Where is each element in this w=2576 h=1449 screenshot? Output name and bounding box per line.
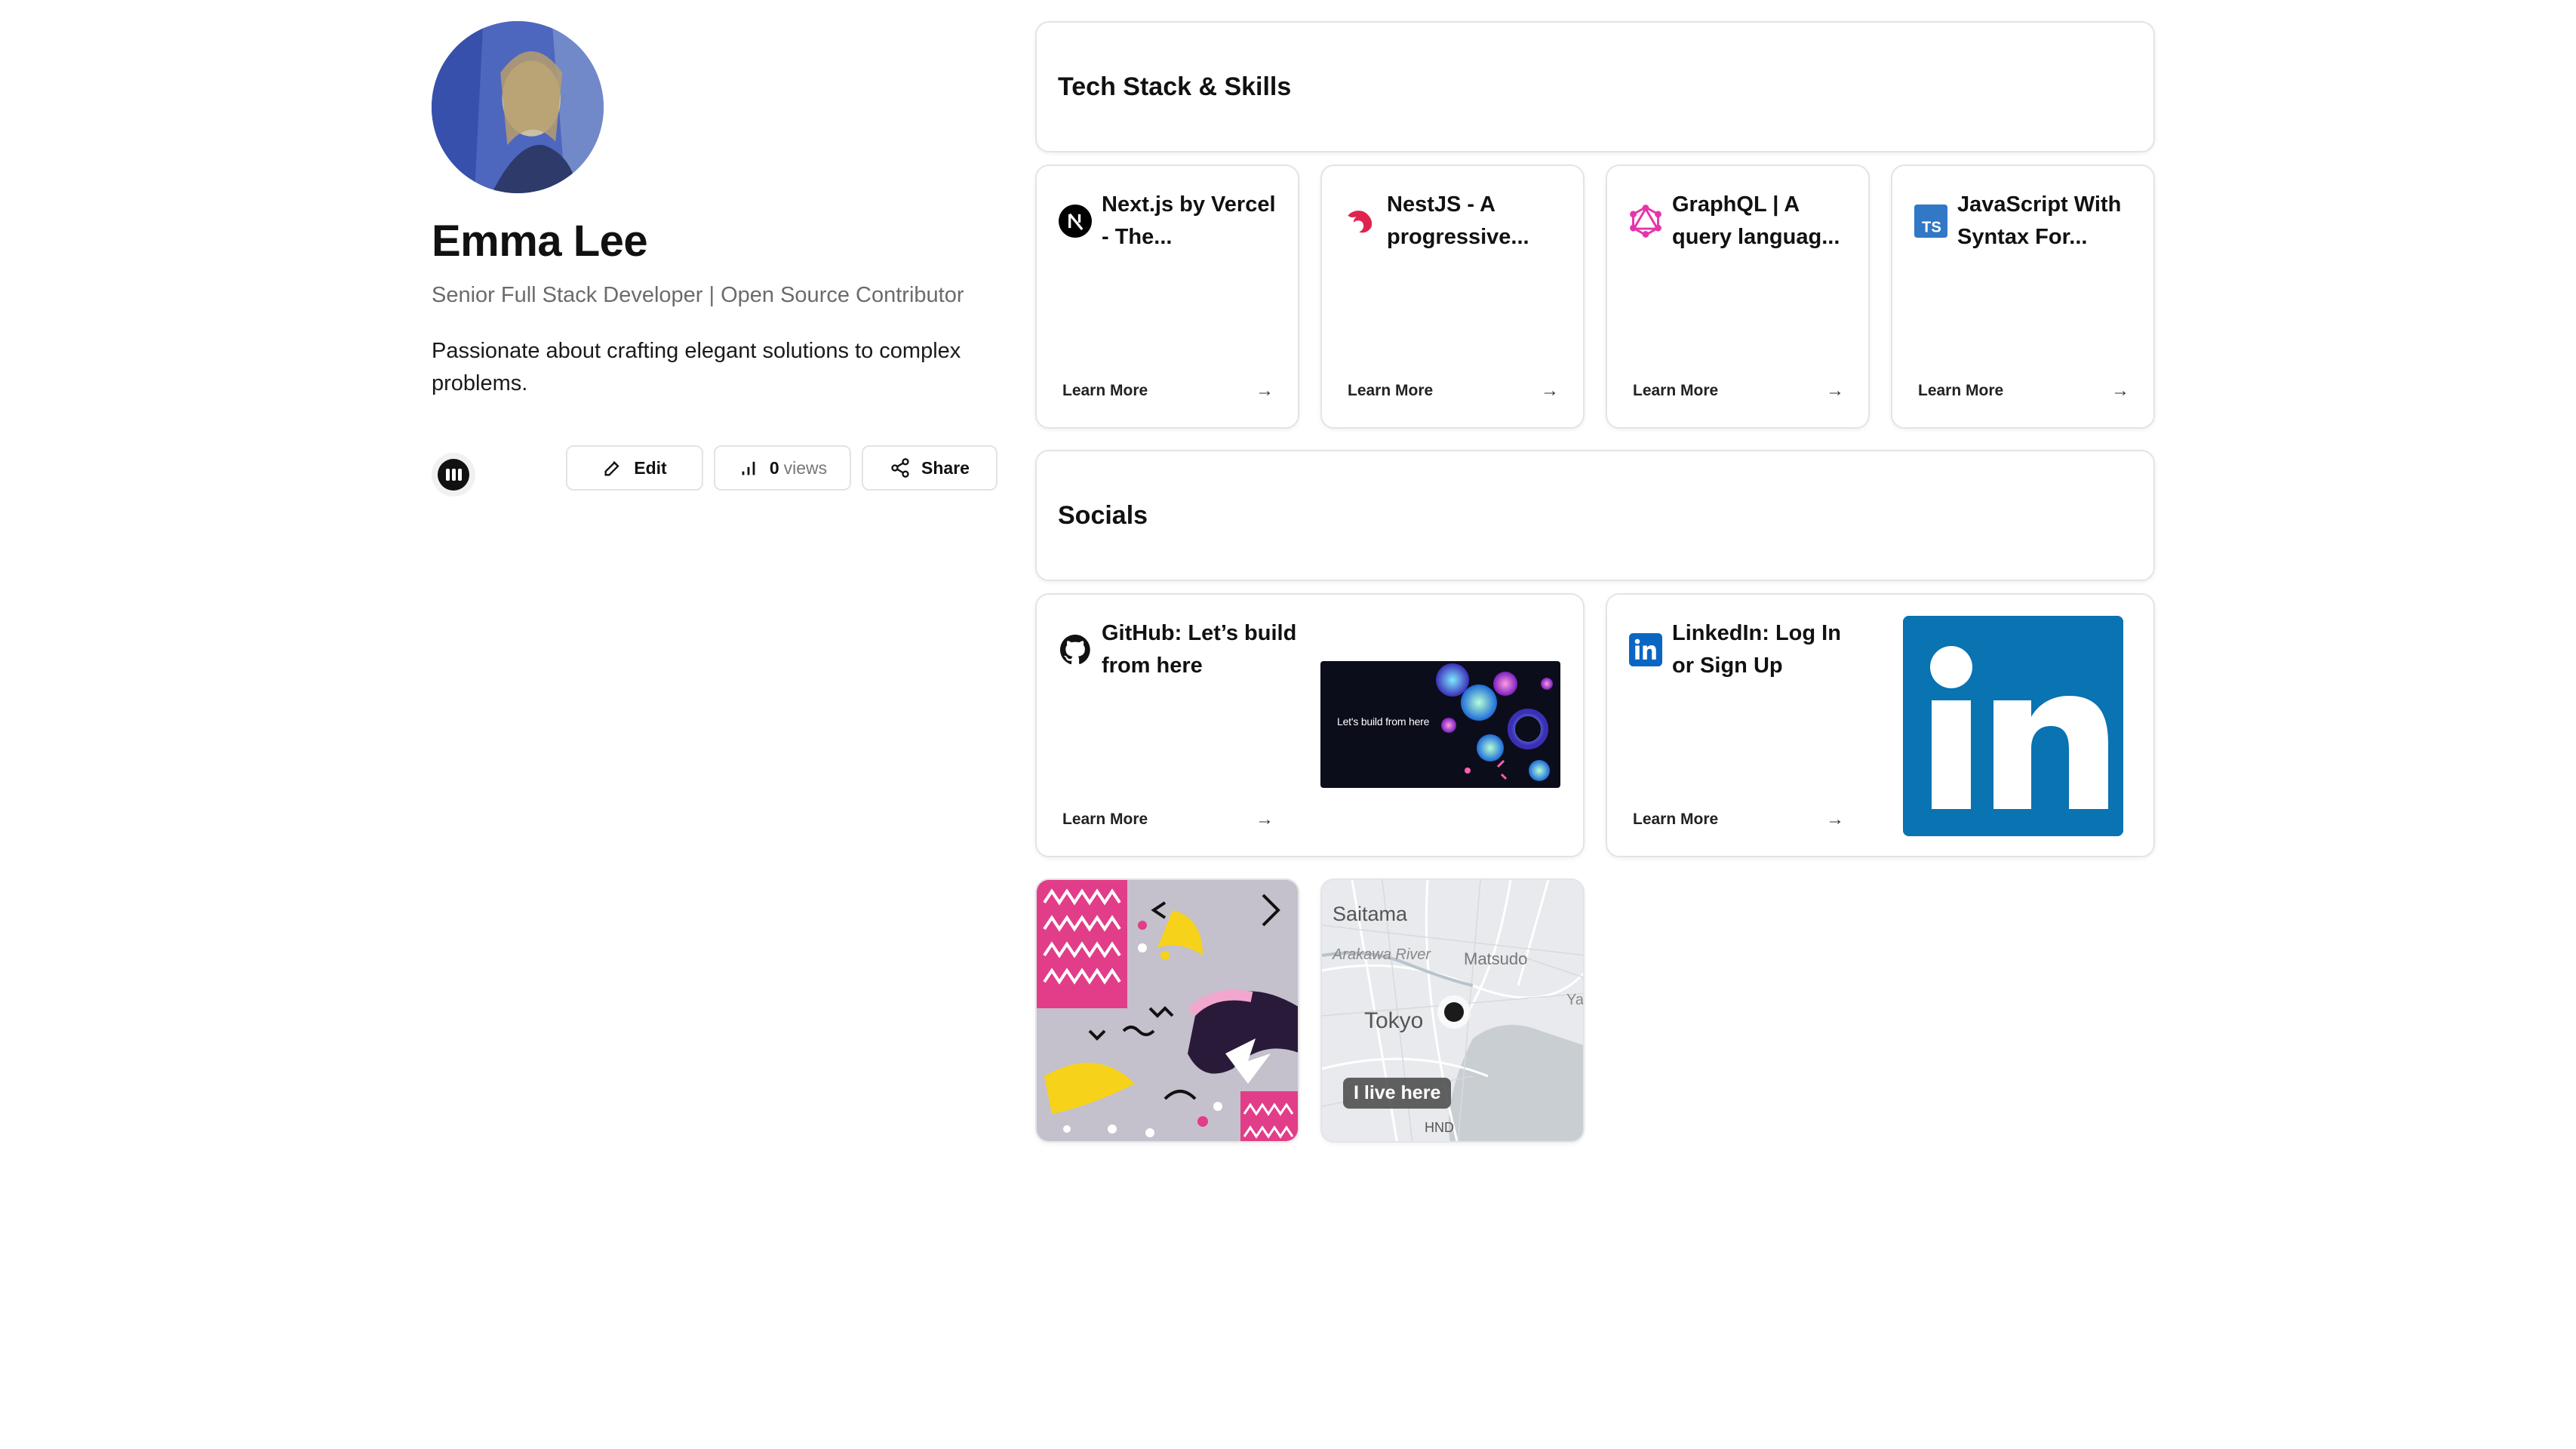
linkedin-icon xyxy=(1628,632,1663,667)
share-button[interactable]: Share xyxy=(862,445,998,491)
nextjs-icon xyxy=(1058,204,1093,238)
edit-icon xyxy=(604,461,619,476)
bar-chart-icon xyxy=(742,461,755,475)
arrow-right-icon: → xyxy=(1541,380,1559,401)
profile-subtitle: Senior Full Stack Developer | Open Sourc… xyxy=(432,283,964,307)
map-label-ya: Ya xyxy=(1566,992,1584,1008)
map-tile[interactable]: Saitama Arakawa River Matsudo Tokyo Ya H… xyxy=(1320,878,1585,1143)
tech-tile-graphql[interactable]: GraphQL | A query languag... Learn More … xyxy=(1606,165,1870,429)
share-label: Share xyxy=(921,457,970,478)
svg-text:TS: TS xyxy=(1922,220,1941,236)
github-icon xyxy=(1058,632,1093,667)
profile-panel: Emma Lee Senior Full Stack Developer | O… xyxy=(432,21,998,400)
tech-tile-typescript[interactable]: TS JavaScript With Syntax For... Learn M… xyxy=(1891,165,2155,429)
edit-label: Edit xyxy=(634,457,667,478)
profile-name: Emma Lee xyxy=(432,217,648,266)
section-tech: Tech Stack & Skills xyxy=(1035,21,2155,152)
tile-title: GitHub: Let’s build from here xyxy=(1102,621,1297,678)
views-count: 0 xyxy=(769,457,779,478)
arrow-right-icon: → xyxy=(1826,809,1844,829)
map-label-saitama: Saitama xyxy=(1333,903,1408,925)
tech-tile-nestjs[interactable]: NestJS - A progressive... Learn More → xyxy=(1320,165,1585,429)
map-label-river: Arakawa River xyxy=(1333,946,1431,963)
action-row: Edit 0 views Share xyxy=(432,445,998,497)
arrow-right-icon: → xyxy=(2111,380,2129,401)
medium-icon[interactable] xyxy=(432,453,475,497)
learn-more-link[interactable]: Learn More xyxy=(1062,382,1148,400)
tile-title: LinkedIn: Log In or Sign Up xyxy=(1672,621,1841,678)
map-label-hnd: HND xyxy=(1425,1120,1454,1135)
graphql-icon xyxy=(1628,204,1663,238)
tile-title: Next.js by Vercel - The... xyxy=(1102,192,1276,249)
learn-more-link[interactable]: Learn More xyxy=(1633,811,1718,829)
arrow-right-icon: → xyxy=(1826,380,1844,401)
avatar-image xyxy=(432,21,604,193)
tile-title: GraphQL | A query languag... xyxy=(1672,192,1840,249)
pattern-image-tile[interactable] xyxy=(1035,878,1299,1143)
arrow-right-icon: → xyxy=(1256,380,1274,401)
learn-more-link[interactable]: Learn More xyxy=(1918,382,2003,400)
tile-title: JavaScript With Syntax For... xyxy=(1957,192,2122,249)
social-tile-linkedin[interactable]: LinkedIn: Log In or Sign Up Learn More → xyxy=(1606,593,2155,857)
arrow-right-icon: → xyxy=(1256,809,1274,829)
nestjs-icon xyxy=(1343,204,1378,238)
tile-title: NestJS - A progressive... xyxy=(1387,192,1529,249)
views-label: views xyxy=(783,457,828,478)
learn-more-link[interactable]: Learn More xyxy=(1633,382,1718,400)
section-title-tech: Tech Stack & Skills xyxy=(1058,72,1292,101)
social-tile-github[interactable]: GitHub: Let’s build from here Learn More… xyxy=(1035,593,1585,857)
avatar xyxy=(432,21,604,193)
profile-bio: Passionate about crafting elegant soluti… xyxy=(432,339,961,395)
share-icon xyxy=(891,458,909,478)
section-socials: Socials xyxy=(1035,450,2155,581)
tech-tile-nextjs[interactable]: Next.js by Vercel - The... Learn More → xyxy=(1035,165,1299,429)
views-button[interactable]: 0 views xyxy=(714,445,851,491)
map-label-matsudo: Matsudo xyxy=(1464,949,1528,968)
typescript-icon: TS xyxy=(1914,204,1948,238)
section-title-socials: Socials xyxy=(1058,501,1148,530)
learn-more-link[interactable]: Learn More xyxy=(1348,382,1433,400)
location-pill: I live here xyxy=(1343,1078,1452,1109)
learn-more-link[interactable]: Learn More xyxy=(1062,811,1148,829)
edit-button[interactable]: Edit xyxy=(566,445,703,491)
linkedin-logo-image xyxy=(1903,616,2123,836)
github-preview-text: Let's build from here xyxy=(1337,715,1430,728)
github-preview-image: Let's build from here xyxy=(1320,661,1560,788)
memphis-pattern-image xyxy=(1037,880,1298,1141)
map-label-tokyo: Tokyo xyxy=(1364,1008,1424,1033)
